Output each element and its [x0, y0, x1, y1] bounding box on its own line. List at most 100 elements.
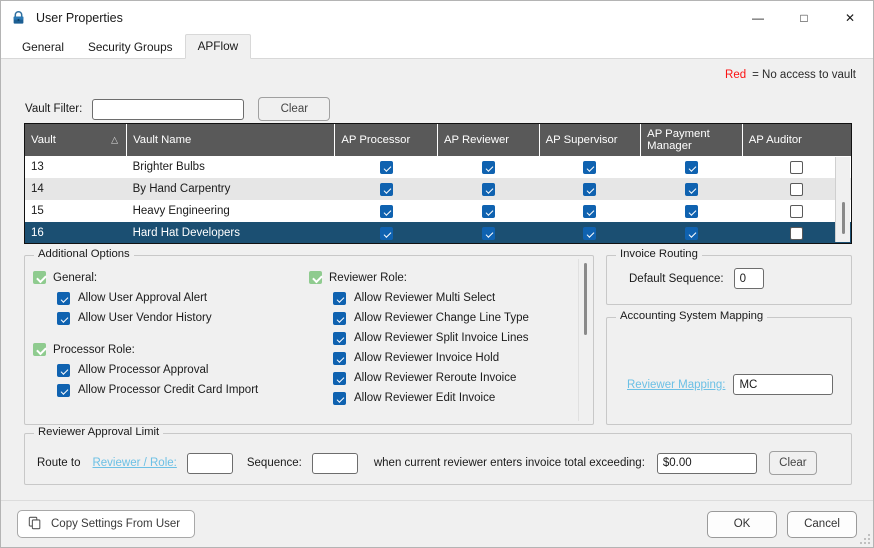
additional-options-scrollbar[interactable] [578, 259, 591, 421]
sequence-input[interactable] [311, 452, 358, 474]
table-row[interactable]: 16 Hard Hat Developers [25, 222, 851, 243]
col-header-ap-auditor[interactable]: AP Auditor [742, 124, 851, 156]
checkbox-checked-icon[interactable] [333, 311, 346, 325]
checkbox-checked-icon[interactable] [684, 226, 698, 240]
close-button[interactable]: ✕ [827, 1, 873, 34]
cell-ap-payment-manager[interactable] [640, 222, 743, 243]
checkbox-checked-icon[interactable] [583, 226, 597, 240]
reviewer-role-link[interactable]: Reviewer / Role: [92, 457, 176, 469]
option-checkbox-row[interactable]: Allow Reviewer Change Line Type [333, 308, 577, 328]
cell-ap-supervisor[interactable] [539, 200, 641, 222]
checkbox-checked-icon[interactable] [684, 204, 698, 218]
checkbox-checked-icon[interactable] [33, 343, 46, 356]
checkbox-checked-icon[interactable] [481, 226, 495, 240]
option-checkbox-row[interactable]: Allow Reviewer Reroute Invoice [333, 368, 577, 388]
maximize-button[interactable]: □ [781, 1, 827, 34]
checkbox-checked-icon[interactable] [379, 204, 393, 218]
cell-ap-payment-manager[interactable] [640, 178, 743, 200]
col-header-ap-supervisor[interactable]: AP Supervisor [539, 124, 642, 156]
checkbox-checked-icon[interactable] [583, 160, 597, 174]
checkbox-checked-icon[interactable] [309, 271, 322, 284]
reviewer-role-input[interactable] [186, 452, 233, 474]
col-header-ap-payment-manager[interactable]: AP Payment Manager [640, 124, 743, 156]
option-checkbox-row[interactable]: Allow User Approval Alert [57, 288, 301, 308]
cell-ap-reviewer[interactable] [437, 222, 540, 243]
checkbox-checked-icon[interactable] [333, 391, 346, 405]
checkbox-checked-icon[interactable] [333, 351, 346, 365]
tab-security-groups[interactable]: Security Groups [76, 36, 185, 59]
checkbox-checked-icon[interactable] [379, 160, 393, 174]
ok-button[interactable]: OK [707, 510, 777, 538]
option-checkbox-row[interactable]: Allow Processor Credit Card Import [57, 380, 301, 400]
clear-filter-button[interactable]: Clear [258, 97, 331, 121]
cell-ap-processor[interactable] [334, 156, 438, 178]
clear-limit-button[interactable]: Clear [768, 451, 817, 475]
tab-general[interactable]: General [10, 36, 76, 59]
tab-strip: General Security Groups APFlow [1, 34, 873, 59]
cell-ap-payment-manager[interactable] [640, 200, 743, 222]
option-group-header[interactable]: Processor Role: [33, 343, 301, 356]
grid-vertical-scrollbar[interactable] [835, 157, 850, 242]
checkbox-checked-icon[interactable] [333, 371, 346, 385]
checkbox-checked-icon[interactable] [57, 383, 70, 397]
checkbox-checked-icon[interactable] [583, 204, 597, 218]
default-sequence-input[interactable] [733, 268, 764, 289]
cell-ap-reviewer[interactable] [437, 178, 540, 200]
cell-ap-processor[interactable] [334, 178, 438, 200]
option-group-header[interactable]: General: [33, 271, 301, 284]
checkbox-checked-icon[interactable] [684, 160, 698, 174]
col-header-ap-reviewer[interactable]: AP Reviewer [437, 124, 540, 156]
checkbox-checked-icon[interactable] [33, 271, 46, 284]
checkbox-unchecked-icon[interactable] [790, 160, 804, 174]
option-group-header[interactable]: Reviewer Role: [309, 271, 577, 284]
table-row[interactable]: 15 Heavy Engineering [25, 200, 851, 222]
cell-ap-supervisor[interactable] [539, 178, 641, 200]
col-header-ap-processor[interactable]: AP Processor [334, 124, 438, 156]
checkbox-checked-icon[interactable] [481, 182, 495, 196]
option-checkbox-row[interactable]: Allow Reviewer Edit Invoice [333, 388, 577, 408]
checkbox-checked-icon[interactable] [57, 291, 70, 305]
cell-ap-processor[interactable] [334, 222, 438, 243]
cancel-button[interactable]: Cancel [787, 510, 857, 538]
checkbox-unchecked-icon[interactable] [790, 204, 804, 218]
option-checkbox-row[interactable]: Allow User Vendor History [57, 308, 301, 328]
cell-ap-reviewer[interactable] [437, 200, 540, 222]
cell-ap-supervisor[interactable] [539, 222, 641, 243]
option-checkbox-row[interactable]: Allow Reviewer Invoice Hold [333, 348, 577, 368]
checkbox-checked-icon[interactable] [379, 226, 393, 240]
minimize-button[interactable]: — [735, 1, 781, 34]
cell-ap-supervisor[interactable] [539, 156, 641, 178]
resize-grip[interactable] [859, 533, 870, 544]
checkbox-checked-icon[interactable] [57, 363, 70, 377]
option-checkbox-row[interactable]: Allow Reviewer Multi Select [333, 288, 577, 308]
checkbox-unchecked-icon[interactable] [790, 182, 804, 196]
col-header-vault[interactable]: Vault △ [25, 124, 128, 156]
checkbox-checked-icon[interactable] [481, 204, 495, 218]
reviewer-mapping-link[interactable]: Reviewer Mapping: [627, 379, 725, 391]
option-checkbox-row[interactable]: Allow Processor Approval [57, 360, 301, 380]
checkbox-checked-icon[interactable] [583, 182, 597, 196]
additional-options-scrollbar-thumb[interactable] [584, 263, 587, 335]
checkbox-checked-icon[interactable] [481, 160, 495, 174]
checkbox-checked-icon[interactable] [684, 182, 698, 196]
table-row[interactable]: 13 Brighter Bulbs [25, 156, 851, 178]
vault-filter-input[interactable] [92, 98, 245, 120]
checkbox-checked-icon[interactable] [333, 291, 346, 305]
checkbox-checked-icon[interactable] [57, 311, 70, 325]
checkbox-unchecked-icon[interactable] [790, 226, 804, 240]
checkbox-checked-icon[interactable] [379, 182, 393, 196]
cell-ap-reviewer[interactable] [437, 156, 540, 178]
tab-apflow[interactable]: APFlow [184, 34, 252, 59]
grid-scrollbar-thumb[interactable] [842, 202, 845, 234]
reviewer-mapping-input[interactable] [733, 374, 834, 395]
copy-settings-from-user-button[interactable]: Copy Settings From User [17, 510, 196, 538]
col-header-vault-label: Vault [31, 134, 56, 146]
amount-limit-input[interactable] [656, 452, 757, 474]
col-header-vault-name[interactable]: Vault Name [126, 124, 336, 156]
cell-ap-processor[interactable] [334, 200, 438, 222]
option-checkbox-row[interactable]: Allow Reviewer Split Invoice Lines [333, 328, 577, 348]
table-row[interactable]: 14 By Hand Carpentry [25, 178, 851, 200]
checkbox-checked-icon[interactable] [333, 331, 346, 345]
cell-ap-payment-manager[interactable] [640, 156, 743, 178]
